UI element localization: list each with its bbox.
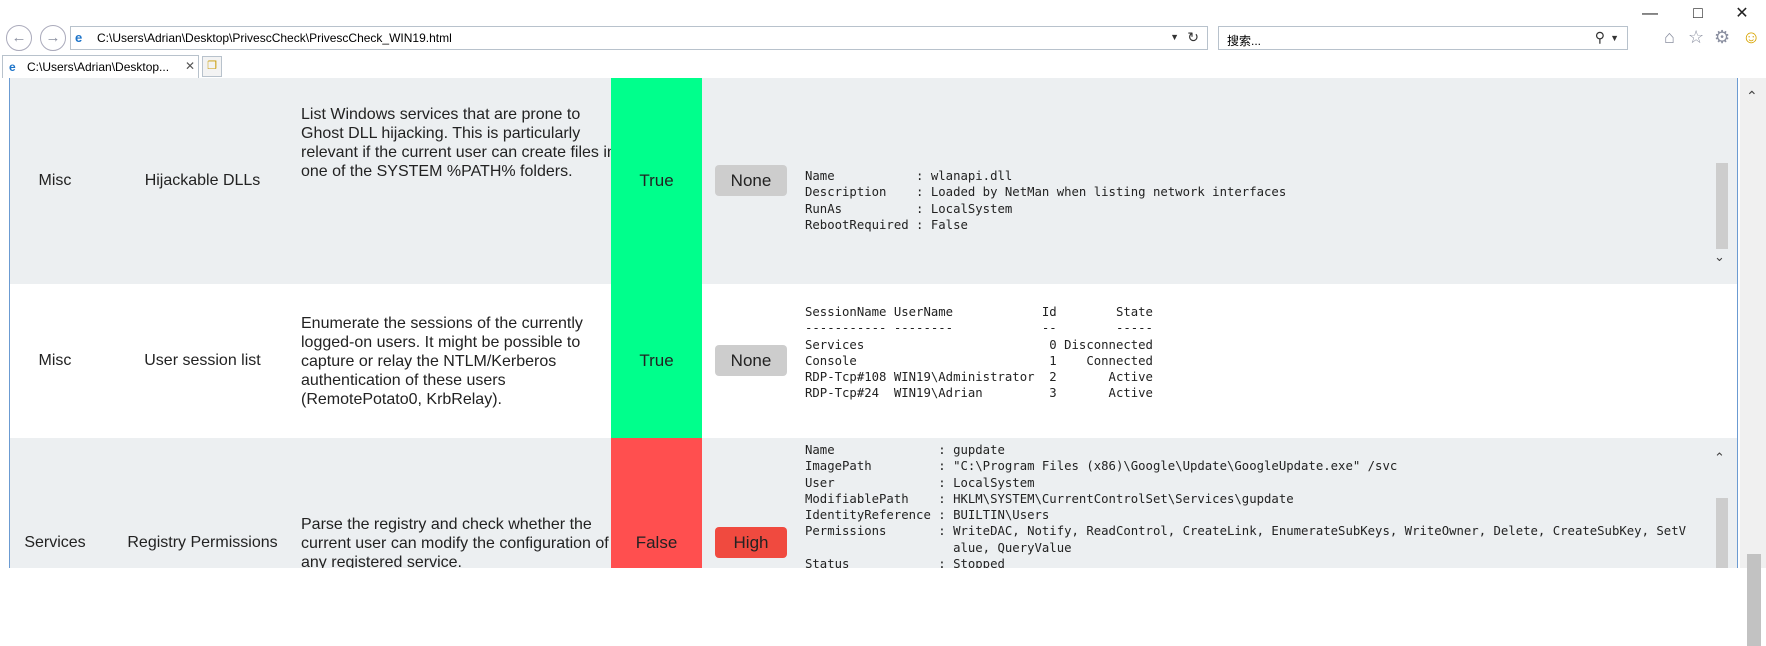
chevron-up-icon[interactable]: ⌃ [1714,450,1725,466]
minimize-icon[interactable]: — [1632,4,1668,24]
severity-badge: None [715,345,787,376]
report-table: Misc Hijackable DLLs List Windows servic… [9,78,1738,568]
severity-badge: None [715,165,787,196]
refresh-icon[interactable]: ↻ [1187,29,1199,46]
maximize-icon[interactable]: □ [1680,4,1716,24]
result-cell: False [611,438,702,568]
browser-tab[interactable]: e C:\Users\Adrian\Desktop... ✕ [2,55,199,78]
browser-chrome: — □ ✕ ← → e C:\Users\Adrian\Desktop\Priv… [0,0,1766,78]
settings-gear-icon[interactable]: ⚙ [1714,27,1730,48]
severity-badge: High [715,527,787,558]
output-scrollbar[interactable]: ⌃ ⌄ [1712,450,1730,568]
home-icon[interactable]: ⌂ [1664,27,1675,48]
dropdown-icon[interactable]: ▼ [1170,32,1179,42]
tab-ie-icon: e [9,60,16,74]
check-name-cell: Hijackable DLLs [144,172,261,189]
address-bar[interactable]: e C:\Users\Adrian\Desktop\PrivescCheck\P… [70,26,1208,50]
smiley-feedback-icon[interactable]: ☺ [1742,27,1760,48]
category-cell: Misc [38,352,72,369]
output-block: SessionName UserName Id State ----------… [805,305,1153,401]
page-scrollbar[interactable]: ⌃ [1740,78,1766,646]
search-placeholder[interactable]: 搜索... [1227,32,1261,49]
output-scrollbar-thumb[interactable] [1716,163,1728,249]
table-row: Misc Hijackable DLLs List Windows servic… [10,78,1737,284]
category-cell: Misc [38,172,72,189]
description-cell: List Windows services that are prone to … [301,106,616,180]
output-block: Name : wlanapi.dll Description : Loaded … [805,169,1287,232]
search-icon[interactable]: ⚲ [1595,29,1605,46]
result-cell: True [611,78,702,284]
check-name-cell: Registry Permissions [127,534,278,551]
table-row: Services Registry Permissions Parse the … [10,438,1737,569]
chevron-down-icon[interactable]: ⌄ [1714,249,1725,265]
output-scrollbar-thumb[interactable] [1716,498,1728,568]
close-tab-icon[interactable]: ✕ [185,59,195,73]
output-scrollbar[interactable]: ⌄ [1712,163,1730,273]
description-cell: Enumerate the sessions of the currently … [301,314,583,408]
search-box[interactable]: 搜索... ⚲ ▼ [1218,26,1628,50]
address-url[interactable]: C:\Users\Adrian\Desktop\PrivescCheck\Pri… [97,31,452,45]
back-icon[interactable]: ← [6,25,32,51]
category-cell: Services [24,534,86,551]
ie-logo-icon: e [75,30,83,45]
description-cell: Parse the registry and check whether the… [301,515,609,569]
search-dropdown-icon[interactable]: ▼ [1610,33,1619,43]
favorites-star-icon[interactable]: ☆ [1688,27,1704,48]
result-cell: True [611,284,702,438]
scroll-up-icon[interactable]: ⌃ [1746,88,1758,105]
new-tab-icon[interactable]: ❐ [202,56,222,77]
table-row: Misc User session list Enumerate the ses… [10,284,1737,438]
forward-icon[interactable]: → [40,25,66,51]
check-name-cell: User session list [144,352,261,369]
close-window-icon[interactable]: ✕ [1724,4,1760,24]
output-block: Name : gupdate ImagePath : "C:\Program F… [805,443,1686,568]
tab-title: C:\Users\Adrian\Desktop... [27,60,170,74]
